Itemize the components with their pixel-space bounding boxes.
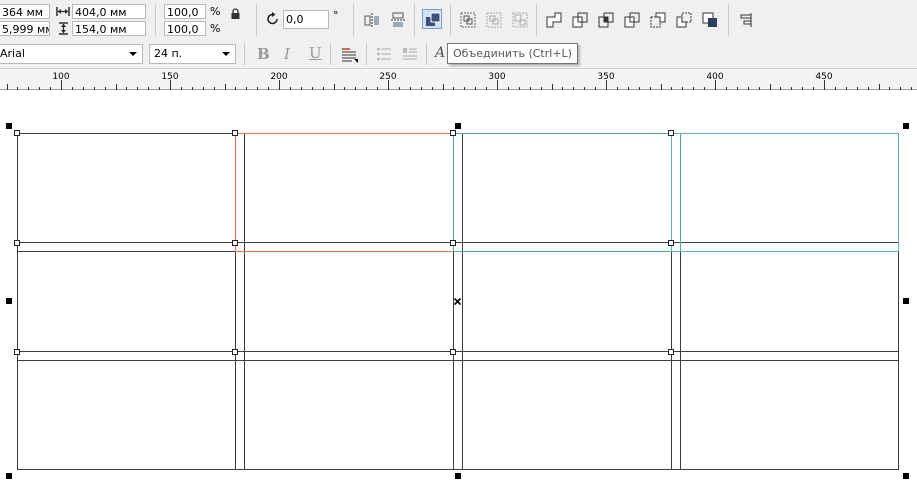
separator (244, 43, 245, 65)
separator (155, 4, 156, 36)
font-size-select[interactable]: 24 п. (149, 44, 236, 64)
width-field[interactable]: 404,0 мм (72, 4, 146, 19)
ruler-label: 400 (706, 72, 724, 82)
selection-handle-top-left (6, 123, 12, 129)
vertical-bar[interactable] (235, 133, 245, 470)
selection-handle-top (455, 123, 461, 129)
property-bar: 364 мм 5,999 мм 404,0 мм 154,0 мм 100,0 … (0, 0, 917, 41)
scale-y-field[interactable]: 100,0 (164, 21, 206, 36)
drawing-canvas[interactable] (0, 90, 917, 502)
underline-icon: U (309, 44, 322, 62)
separator (536, 4, 537, 36)
position-y-field[interactable]: 5,999 мм (0, 21, 50, 36)
selection-handle-bottom-right (903, 473, 909, 479)
indent-button[interactable] (400, 44, 420, 64)
ruler-label: 250 (379, 72, 397, 82)
bullets-button[interactable] (374, 44, 394, 64)
green-outline-rectangle[interactable] (453, 133, 681, 252)
blue-outline-rectangle[interactable] (671, 133, 899, 252)
align-distribute-button[interactable] (736, 10, 756, 30)
bold-button[interactable]: B (252, 44, 272, 64)
ruler-label: 450 (815, 72, 833, 82)
combine-tooltip: Объединить (Ctrl+L) (447, 43, 578, 64)
height-icon (58, 22, 69, 35)
ruler-label: 350 (597, 72, 615, 82)
font-size-value: 24 п. (154, 47, 183, 60)
selection-handle-right (903, 298, 909, 304)
separator (256, 4, 257, 36)
separator (728, 4, 729, 36)
scale-y-unit: % (210, 22, 221, 35)
combine-button[interactable] (422, 9, 442, 29)
separator (330, 43, 331, 65)
separator (366, 43, 367, 65)
ruler-label: 200 (270, 72, 288, 82)
italic-button[interactable]: I (278, 44, 298, 64)
italic-icon: I (284, 45, 290, 63)
separator (414, 4, 415, 36)
mirror-horizontal-button[interactable] (362, 10, 382, 30)
ruler-label: 300 (488, 72, 506, 82)
mirror-vertical-button[interactable] (388, 10, 408, 30)
trim-button[interactable] (570, 10, 590, 30)
horizontal-bar[interactable] (17, 242, 899, 252)
scale-x-field[interactable]: 100,0 (164, 4, 206, 19)
font-family-value: Arial (0, 47, 25, 60)
rotation-unit: ° (333, 9, 339, 22)
width-icon (56, 6, 70, 17)
separator (450, 4, 451, 36)
horizontal-ruler[interactable]: 100 150 200 250 300 350 400 450 (0, 68, 917, 90)
scale-x-unit: % (210, 5, 221, 18)
back-minus-front-button[interactable] (674, 10, 694, 30)
selection-center-icon (453, 297, 462, 306)
simplify-button[interactable] (622, 10, 642, 30)
rotation-angle-field[interactable]: 0,0 (283, 10, 329, 29)
selection-handle-bottom (455, 473, 461, 479)
ungroup-all-button[interactable] (510, 10, 530, 30)
vertical-bar[interactable] (671, 133, 681, 470)
ruler-label: 100 (52, 72, 70, 82)
front-minus-back-button[interactable] (648, 10, 668, 30)
orange-outline-rectangle[interactable] (235, 133, 454, 252)
chevron-down-icon (129, 52, 137, 56)
text-alignment-button[interactable] (338, 44, 358, 64)
bold-icon: B (257, 45, 270, 63)
font-family-select[interactable]: Arial (0, 44, 143, 64)
chevron-down-icon (222, 52, 230, 56)
separator (353, 4, 354, 36)
horizontal-bar[interactable] (17, 351, 899, 361)
selection-handle-left (6, 298, 12, 304)
ruler-ticks (7, 80, 912, 90)
height-field[interactable]: 154,0 мм (72, 21, 146, 36)
selection-handle-bottom-left (6, 473, 12, 479)
ungroup-button[interactable] (484, 10, 504, 30)
separator (426, 43, 427, 65)
group-button[interactable] (458, 10, 478, 30)
intersect-button[interactable] (596, 10, 616, 30)
rotate-icon (266, 12, 280, 26)
ruler-label: 150 (161, 72, 179, 82)
lock-ratio-button[interactable] (228, 6, 248, 26)
underline-button[interactable]: U (304, 44, 324, 64)
position-x-field[interactable]: 364 мм (0, 4, 50, 19)
weld-button[interactable] (544, 10, 564, 30)
selection-handle-top-right (903, 123, 909, 129)
text-tool-icon: A (435, 45, 446, 61)
boundary-button[interactable] (700, 10, 720, 30)
